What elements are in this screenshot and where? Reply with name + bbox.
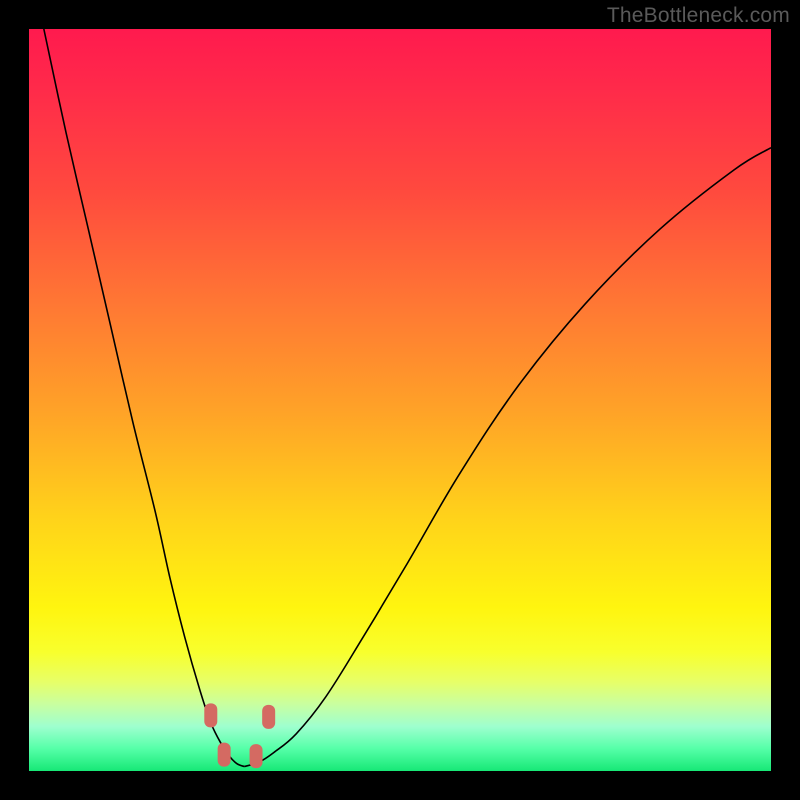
nub-left-upper <box>204 703 217 727</box>
curve-right-branch <box>244 148 771 767</box>
nub-right-lower <box>250 744 263 768</box>
outer-frame: TheBottleneck.com <box>0 0 800 800</box>
nub-right-upper <box>262 705 275 729</box>
nub-left-lower <box>218 743 231 767</box>
chart-svg <box>29 29 771 771</box>
watermark-label: TheBottleneck.com <box>607 4 790 28</box>
plot-area <box>29 29 771 771</box>
curve-left-branch <box>44 29 244 767</box>
